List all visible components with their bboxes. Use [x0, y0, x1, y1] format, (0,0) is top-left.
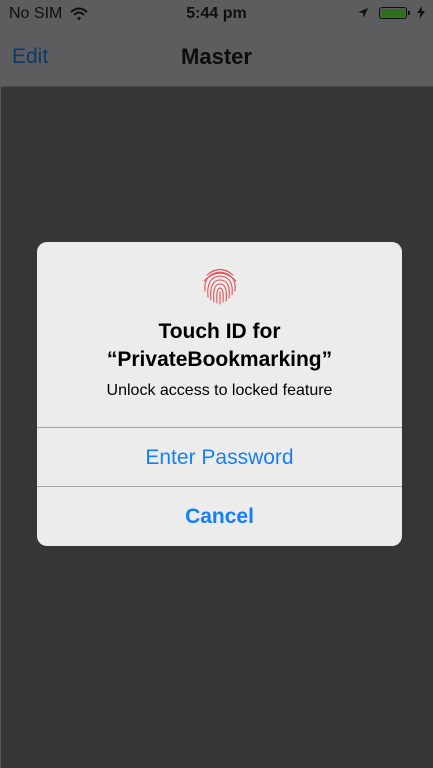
battery-icon: [379, 6, 410, 19]
alert-title-line1: Touch ID for: [158, 320, 281, 343]
status-bar: No SIM 5:44 pm: [0, 0, 433, 30]
navigation-bar: Edit Master: [0, 30, 433, 87]
location-arrow-icon: [358, 7, 368, 18]
charging-bolt-icon: [417, 6, 425, 19]
battery-cap: [408, 10, 410, 15]
touch-id-alert: Touch ID for “PrivateBookmarking” Unlock…: [37, 242, 402, 546]
cancel-button[interactable]: Cancel: [37, 487, 402, 546]
fingerprint-icon: [203, 268, 237, 305]
alert-title: Touch ID for “PrivateBookmarking”: [47, 318, 392, 374]
screen: No SIM 5:44 pm Edit Master Touch ID for …: [0, 0, 433, 768]
nav-title: Master: [181, 44, 252, 69]
status-right: [357, 6, 425, 19]
master-edge-divider: [0, 87, 1, 768]
alert-title-line2: “PrivateBookmarking”: [106, 348, 333, 371]
alert-content: Touch ID for “PrivateBookmarking” Unlock…: [37, 242, 402, 427]
alert-message: Unlock access to locked feature: [106, 382, 333, 399]
enter-password-button[interactable]: Enter Password: [37, 428, 402, 487]
battery-level: [381, 8, 405, 17]
